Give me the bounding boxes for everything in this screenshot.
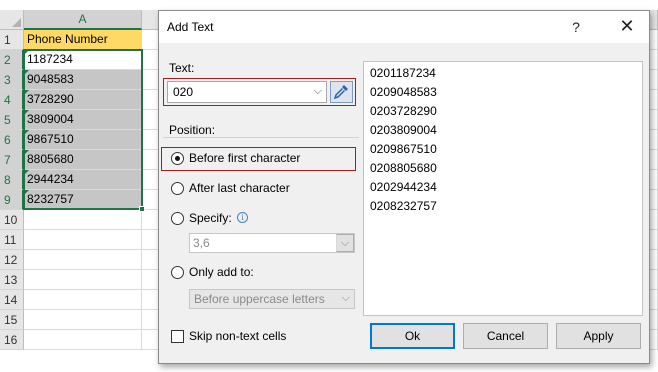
phone-cell[interactable]: 3809004 [24, 110, 142, 130]
row-header[interactable]: 8 [0, 170, 24, 190]
cell[interactable] [24, 230, 142, 250]
ok-button[interactable]: Ok [370, 323, 455, 349]
radio-after-last[interactable] [171, 182, 184, 195]
specify-label[interactable]: Specify: [189, 211, 232, 225]
cancel-button[interactable]: Cancel [463, 323, 548, 349]
apply-button[interactable]: Apply [556, 323, 641, 349]
select-all-corner[interactable] [0, 10, 24, 30]
cell[interactable] [24, 330, 142, 350]
info-icon[interactable]: i [237, 212, 248, 223]
phone-cell[interactable]: 8805680 [24, 150, 142, 170]
cell[interactable] [24, 270, 142, 290]
skip-non-text-label[interactable]: Skip non-text cells [189, 329, 286, 343]
radio-before-first[interactable] [171, 152, 184, 165]
list-item: 0203809004 [370, 123, 437, 137]
list-item: 0209867510 [370, 142, 437, 156]
row-header[interactable]: 16 [0, 330, 24, 350]
only-add-select[interactable]: Before uppercase letters ⌵ [189, 289, 355, 309]
specify-input[interactable]: 3,6 ⌵ [189, 233, 355, 253]
help-button[interactable]: ? [561, 11, 591, 43]
text-input-value: 020 [173, 85, 194, 99]
list-item: 0203728290 [370, 104, 437, 118]
row-header[interactable]: 12 [0, 250, 24, 270]
list-item: 0209048583 [370, 85, 437, 99]
row-header[interactable]: 9 [0, 190, 24, 210]
eyedropper-icon [333, 85, 348, 100]
specify-value: 3,6 [193, 236, 210, 250]
row-header[interactable]: 1 [0, 30, 24, 50]
fill-handle[interactable] [139, 206, 145, 212]
row-header[interactable]: 15 [0, 310, 24, 330]
radio-only-add-to[interactable] [171, 266, 184, 279]
cell[interactable] [24, 210, 142, 230]
column-header-a[interactable]: A [24, 10, 142, 30]
preview-list[interactable]: 0201187234 0209048583 0203728290 0203809… [363, 61, 643, 316]
list-item: 0208232757 [370, 199, 437, 213]
chevron-down-icon[interactable]: ⌵ [336, 234, 354, 252]
before-first-label[interactable]: Before first character [189, 151, 300, 165]
chevron-down-icon[interactable]: ⌵ [314, 85, 322, 98]
add-text-dialog: Add Text ? ✕ Text: 020 ⌵ Position: Befor… [158, 10, 650, 364]
dialog-title: Add Text [167, 20, 214, 34]
skip-non-text-checkbox[interactable] [171, 330, 184, 343]
dialog-titlebar[interactable]: Add Text ? ✕ [159, 11, 649, 43]
row-header[interactable]: 13 [0, 270, 24, 290]
phone-cell[interactable]: 8232757 [24, 190, 142, 210]
phone-cell[interactable]: 9048583 [24, 70, 142, 90]
row-header[interactable]: 6 [0, 130, 24, 150]
phone-cell[interactable]: 3728290 [24, 90, 142, 110]
row-header[interactable]: 7 [0, 150, 24, 170]
radio-specify[interactable] [171, 212, 184, 225]
position-label: Position: [169, 123, 216, 137]
close-button[interactable]: ✕ [605, 11, 649, 43]
phone-cell[interactable]: 2944234 [24, 170, 142, 190]
text-label: Text: [169, 61, 195, 75]
pick-cell-button[interactable] [330, 81, 353, 103]
cell[interactable] [24, 250, 142, 270]
only-add-value: Before uppercase letters [194, 292, 325, 306]
row-header[interactable]: 4 [0, 90, 24, 110]
row-header[interactable]: 2 [0, 50, 24, 70]
list-item: 0201187234 [370, 66, 436, 80]
row-header[interactable]: 11 [0, 230, 24, 250]
cell[interactable] [24, 310, 142, 330]
row-header[interactable]: 3 [0, 70, 24, 90]
after-last-label[interactable]: After last character [189, 181, 290, 195]
list-item: 0202944234 [370, 180, 437, 194]
cell-a1-header[interactable]: Phone Number [24, 30, 142, 50]
row-header[interactable]: 14 [0, 290, 24, 310]
text-combobox[interactable]: 020 ⌵ [167, 81, 327, 103]
row-header[interactable]: 10 [0, 210, 24, 230]
list-item: 0208805680 [370, 161, 437, 175]
phone-cell[interactable]: 1187234 [24, 50, 142, 70]
cell[interactable] [24, 290, 142, 310]
chevron-down-icon[interactable]: ⌵ [342, 292, 350, 305]
only-add-to-label[interactable]: Only add to: [189, 265, 254, 279]
row-header[interactable]: 5 [0, 110, 24, 130]
phone-cell[interactable]: 9867510 [24, 130, 142, 150]
